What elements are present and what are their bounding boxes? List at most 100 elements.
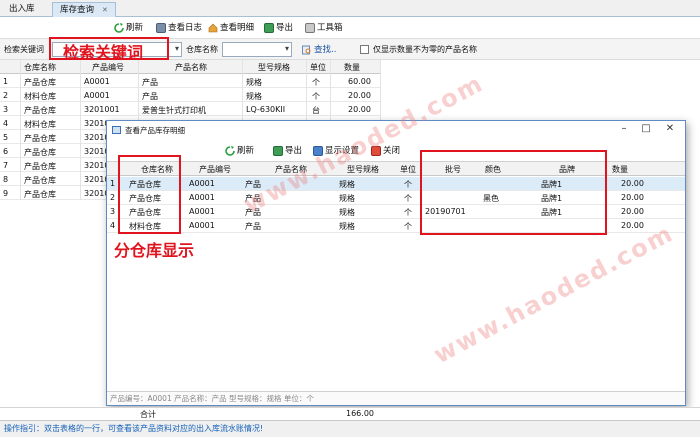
dcell-unit: 个 xyxy=(404,180,412,189)
dcell-unit: 个 xyxy=(404,194,412,203)
table-row[interactable]: 1 产品仓库 A0001 产品 规格 个 60.00 xyxy=(0,75,380,88)
status-bar: 操作指引：双击表格的一行，可查看该产品资料对应的出入库流水账情况! xyxy=(0,420,700,437)
dcell-unit: 个 xyxy=(404,208,412,217)
cell-spec: 规格 xyxy=(246,78,262,87)
toolbox-button[interactable]: 工具箱 xyxy=(305,21,343,35)
find-button[interactable]: 查找.. xyxy=(302,43,336,57)
tab-inout[interactable]: 出入库 xyxy=(2,2,42,17)
cell-warehouse: 材料仓库 xyxy=(24,92,56,101)
tab-stock-query-label: 库存查询 xyxy=(60,5,95,15)
batch-color-brand-annotation-box xyxy=(420,150,607,235)
dialog-footer: 产品编号：A0001 产品名称：产品 型号规格：规格 单位：个 xyxy=(107,391,685,405)
chevron-down-icon: ▾ xyxy=(284,44,289,53)
tab-inout-label: 出入库 xyxy=(9,4,35,14)
refresh-icon xyxy=(114,23,124,33)
cell-code: A0001 xyxy=(84,77,110,86)
dcell-spec: 规格 xyxy=(339,180,355,189)
tab-stock-query[interactable]: 库存查询 ✕ xyxy=(52,2,116,17)
dcell-rn: 4 xyxy=(110,221,116,230)
close-icon[interactable]: ✕ xyxy=(663,123,677,136)
refresh-button[interactable]: 刷新 xyxy=(114,21,143,35)
dcell-rn: 1 xyxy=(110,179,116,188)
cell-warehouse: 产品仓库 xyxy=(24,190,56,199)
grid-divider xyxy=(20,60,21,200)
table-row[interactable]: 3 产品仓库 3201001 爱普生针式打印机 LQ-630KII 台 20.00 xyxy=(0,103,380,116)
cell-rn: 5 xyxy=(3,133,9,142)
cell-warehouse: 产品仓库 xyxy=(24,78,56,87)
dcell-spec: 规格 xyxy=(339,194,355,203)
find-label: 查找.. xyxy=(314,45,337,55)
col-name[interactable]: 产品名称 xyxy=(175,62,207,73)
dcell-name: 产品 xyxy=(245,222,261,231)
dialog-refresh-button[interactable]: 刷新 xyxy=(225,144,254,158)
warehouse-annotation-box xyxy=(118,155,181,234)
dcell-code: A0001 xyxy=(189,179,215,188)
view-detail-label: 查看明细 xyxy=(220,23,255,33)
tab-bar: 出入库 库存查询 ✕ xyxy=(0,0,700,17)
col-qty[interactable]: 数量 xyxy=(344,62,360,73)
cell-name: 爱普生针式打印机 xyxy=(142,106,206,115)
cell-unit: 个 xyxy=(312,78,320,87)
cell-rn: 7 xyxy=(3,161,9,170)
col-warehouse[interactable]: 仓库名称 xyxy=(24,62,56,73)
dcell-qty: 20.00 xyxy=(621,221,644,230)
view-detail-button[interactable]: 查看明细 xyxy=(208,21,254,35)
toolbox-icon xyxy=(305,23,315,33)
cell-code: 3201001 xyxy=(84,105,120,114)
maximize-icon[interactable]: □ xyxy=(639,123,653,136)
nonzero-checkbox[interactable] xyxy=(360,45,369,54)
chevron-down-icon: ▾ xyxy=(174,44,179,53)
dcol-qty[interactable]: 数量 xyxy=(612,164,628,175)
cell-name: 产品 xyxy=(142,78,158,87)
dcell-code: A0001 xyxy=(189,207,215,216)
cell-rn: 4 xyxy=(3,119,9,128)
dcell-spec: 规格 xyxy=(339,208,355,217)
export-button[interactable]: 导出 xyxy=(264,21,293,35)
total-label: 合计 xyxy=(140,410,156,419)
search-icon xyxy=(302,45,311,55)
view-log-label: 查看日志 xyxy=(168,23,203,33)
view-log-button[interactable]: 查看日志 xyxy=(156,21,202,35)
dcell-qty: 20.00 xyxy=(621,179,644,188)
export-icon xyxy=(264,23,274,33)
col-spec[interactable]: 型号规格 xyxy=(258,62,290,73)
cell-rn: 2 xyxy=(3,91,9,100)
export-icon xyxy=(273,146,283,156)
cell-qty: 20.00 xyxy=(348,91,371,100)
dialog-export-button[interactable]: 导出 xyxy=(273,144,302,158)
minimize-icon[interactable]: – xyxy=(617,123,631,136)
dcell-qty: 20.00 xyxy=(621,193,644,202)
cell-rn: 9 xyxy=(3,189,9,198)
cell-rn: 8 xyxy=(3,175,9,184)
warehouse-annotation-text: 分仓库显示 xyxy=(114,241,195,260)
dcell-rn: 3 xyxy=(110,207,116,216)
cell-rn: 3 xyxy=(3,105,9,114)
keyword-label: 检索关键词 xyxy=(4,45,44,54)
dcol-code[interactable]: 产品编号 xyxy=(199,164,231,175)
cell-warehouse: 产品仓库 xyxy=(24,106,56,115)
cell-code: A0001 xyxy=(84,91,110,100)
export-label: 导出 xyxy=(276,23,294,33)
warehouse-select[interactable]: ▾ xyxy=(222,42,292,57)
col-code[interactable]: 产品编号 xyxy=(92,62,124,73)
dcol-unit[interactable]: 单位 xyxy=(400,164,416,175)
cell-warehouse: 产品仓库 xyxy=(24,162,56,171)
dcell-rn: 2 xyxy=(110,193,116,202)
dcell-qty: 20.00 xyxy=(621,207,644,216)
tab-close-icon[interactable]: ✕ xyxy=(102,6,108,14)
col-unit[interactable]: 单位 xyxy=(310,62,326,73)
cell-spec: 规格 xyxy=(246,92,262,101)
cell-rn: 1 xyxy=(3,77,9,86)
total-value: 166.00 xyxy=(346,409,374,418)
cell-warehouse: 产品仓库 xyxy=(24,176,56,185)
refresh-label: 刷新 xyxy=(126,23,144,33)
dcell-code: A0001 xyxy=(189,193,215,202)
log-icon xyxy=(156,23,166,33)
grid-header: 仓库名称 产品编号 产品名称 型号规格 单位 数量 xyxy=(0,60,380,74)
dialog-export-label: 导出 xyxy=(285,146,303,156)
cell-unit: 个 xyxy=(312,92,320,101)
table-row[interactable]: 2 材料仓库 A0001 产品 规格 个 20.00 xyxy=(0,89,380,102)
window-icon xyxy=(112,126,121,134)
cell-unit: 台 xyxy=(312,106,320,115)
warehouse-label: 仓库名称 xyxy=(186,45,218,54)
